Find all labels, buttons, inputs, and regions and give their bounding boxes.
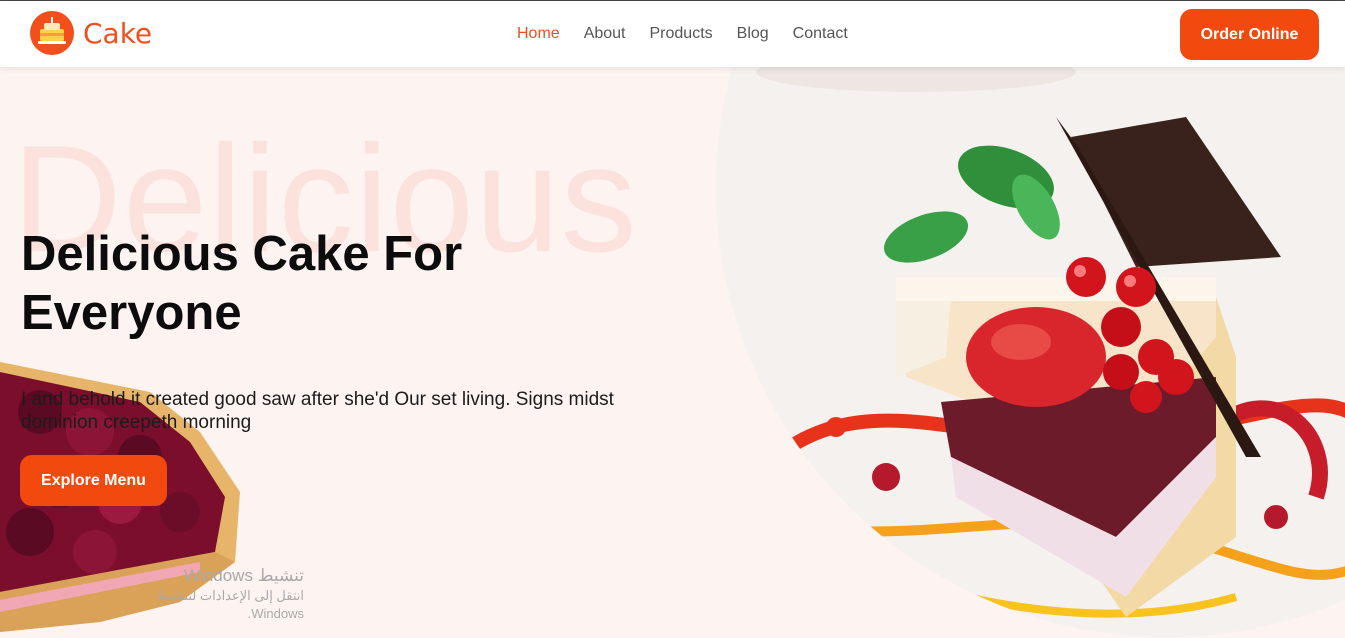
hero-title: Delicious Cake For Everyone [21,227,463,340]
nav-about[interactable]: About [584,24,626,44]
nav-blog[interactable]: Blog [737,24,769,44]
logo[interactable]: Cake [30,11,152,55]
main-nav: Home About Products Blog Contact [517,24,872,44]
site-header: Cake Home About Products Blog Contact Or… [0,1,1345,67]
watermark-title: تنشيط Windows [184,566,304,585]
hero-description: I and behold it created good saw after s… [21,389,614,433]
nav-products[interactable]: Products [650,24,713,44]
watermark-subtitle: انتقل إلى الإعدادات لتنشيط Windows. [156,588,304,621]
nav-home[interactable]: Home [517,24,560,44]
hero-section: Delicious Delicious Cake For Everyone I … [0,67,1345,638]
windows-activation-watermark: تنشيط Windows انتقل إلى الإعدادات لتنشيط… [110,565,304,623]
cake-slice-photo [716,67,1345,637]
order-online-button[interactable]: Order Online [1180,9,1319,60]
nav-contact[interactable]: Contact [793,24,848,44]
explore-menu-button[interactable]: Explore Menu [20,455,167,506]
brand-name: Cake [83,16,153,50]
cake-logo-icon [30,11,74,55]
